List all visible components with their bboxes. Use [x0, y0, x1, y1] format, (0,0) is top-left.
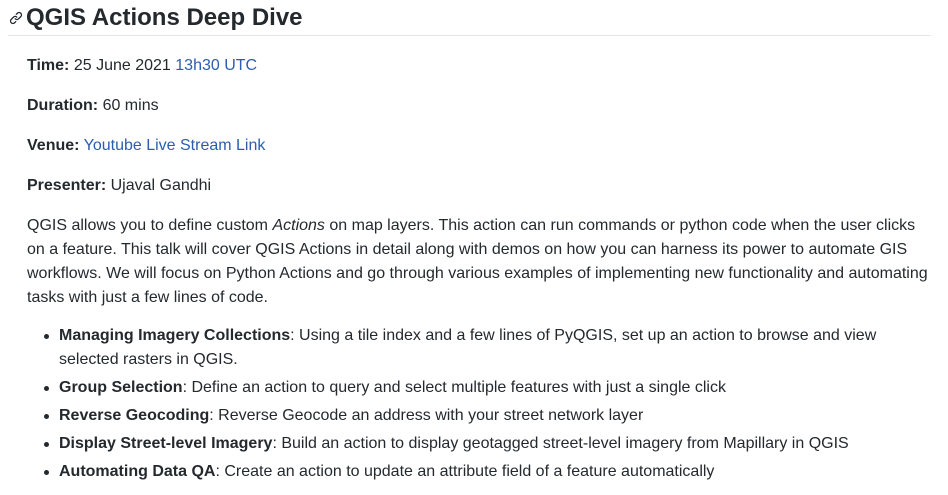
list-item: Managing Imagery Collections: Using a ti… — [44, 324, 928, 372]
topic-name: Automating Data QA — [59, 463, 216, 480]
duration-value: 60 mins — [102, 97, 159, 114]
topic-text: : Create an action to update an attribut… — [215, 463, 715, 480]
topic-text: : Reverse Geocode an address with your s… — [209, 407, 644, 424]
time-link[interactable]: 13h30 UTC — [175, 57, 257, 74]
topic-name: Group Selection — [59, 379, 183, 396]
presenter-value: Ujaval Gandhi — [110, 177, 212, 194]
description-emphasis: Actions — [272, 217, 325, 234]
time-label: Time: — [27, 57, 70, 74]
duration-label: Duration: — [27, 97, 99, 114]
topic-name: Managing Imagery Collections — [59, 327, 291, 344]
list-item: Group Selection: Define an action to que… — [44, 376, 928, 400]
duration-line: Duration: 60 mins — [27, 94, 928, 118]
venue-link[interactable]: Youtube Live Stream Link — [84, 137, 266, 154]
presenter-label: Presenter: — [27, 177, 107, 194]
anchor-link-icon[interactable] — [8, 10, 24, 26]
list-item: Automating Data QA: Create an action to … — [44, 460, 928, 484]
presenter-line: Presenter: Ujaval Gandhi — [27, 174, 928, 198]
list-item: Reverse Geocoding: Reverse Geocode an ad… — [44, 404, 928, 428]
time-date: 25 June 2021 — [73, 57, 171, 74]
section-heading: QGIS Actions Deep Dive — [8, 0, 931, 36]
venue-label: Venue: — [27, 137, 80, 154]
topic-list: Managing Imagery Collections: Using a ti… — [27, 324, 928, 484]
topic-name: Display Street-level Imagery — [59, 435, 273, 452]
article-body: Time: 25 June 2021 13h30 UTC Duration: 6… — [8, 54, 928, 484]
page: QGIS Actions Deep Dive Time: 25 June 202… — [0, 0, 948, 495]
description-text-1: QGIS allows you to define custom — [27, 217, 273, 234]
page-title: QGIS Actions Deep Dive — [26, 3, 303, 31]
topic-text: : Build an action to display geotagged s… — [272, 435, 849, 452]
venue-line: Venue: Youtube Live Stream Link — [27, 134, 928, 158]
topic-text: : Define an action to query and select m… — [182, 379, 726, 396]
time-line: Time: 25 June 2021 13h30 UTC — [27, 54, 928, 78]
topic-name: Reverse Geocoding — [59, 407, 210, 424]
description-paragraph: QGIS allows you to define custom Actions… — [27, 214, 928, 310]
list-item: Display Street-level Imagery: Build an a… — [44, 432, 928, 456]
